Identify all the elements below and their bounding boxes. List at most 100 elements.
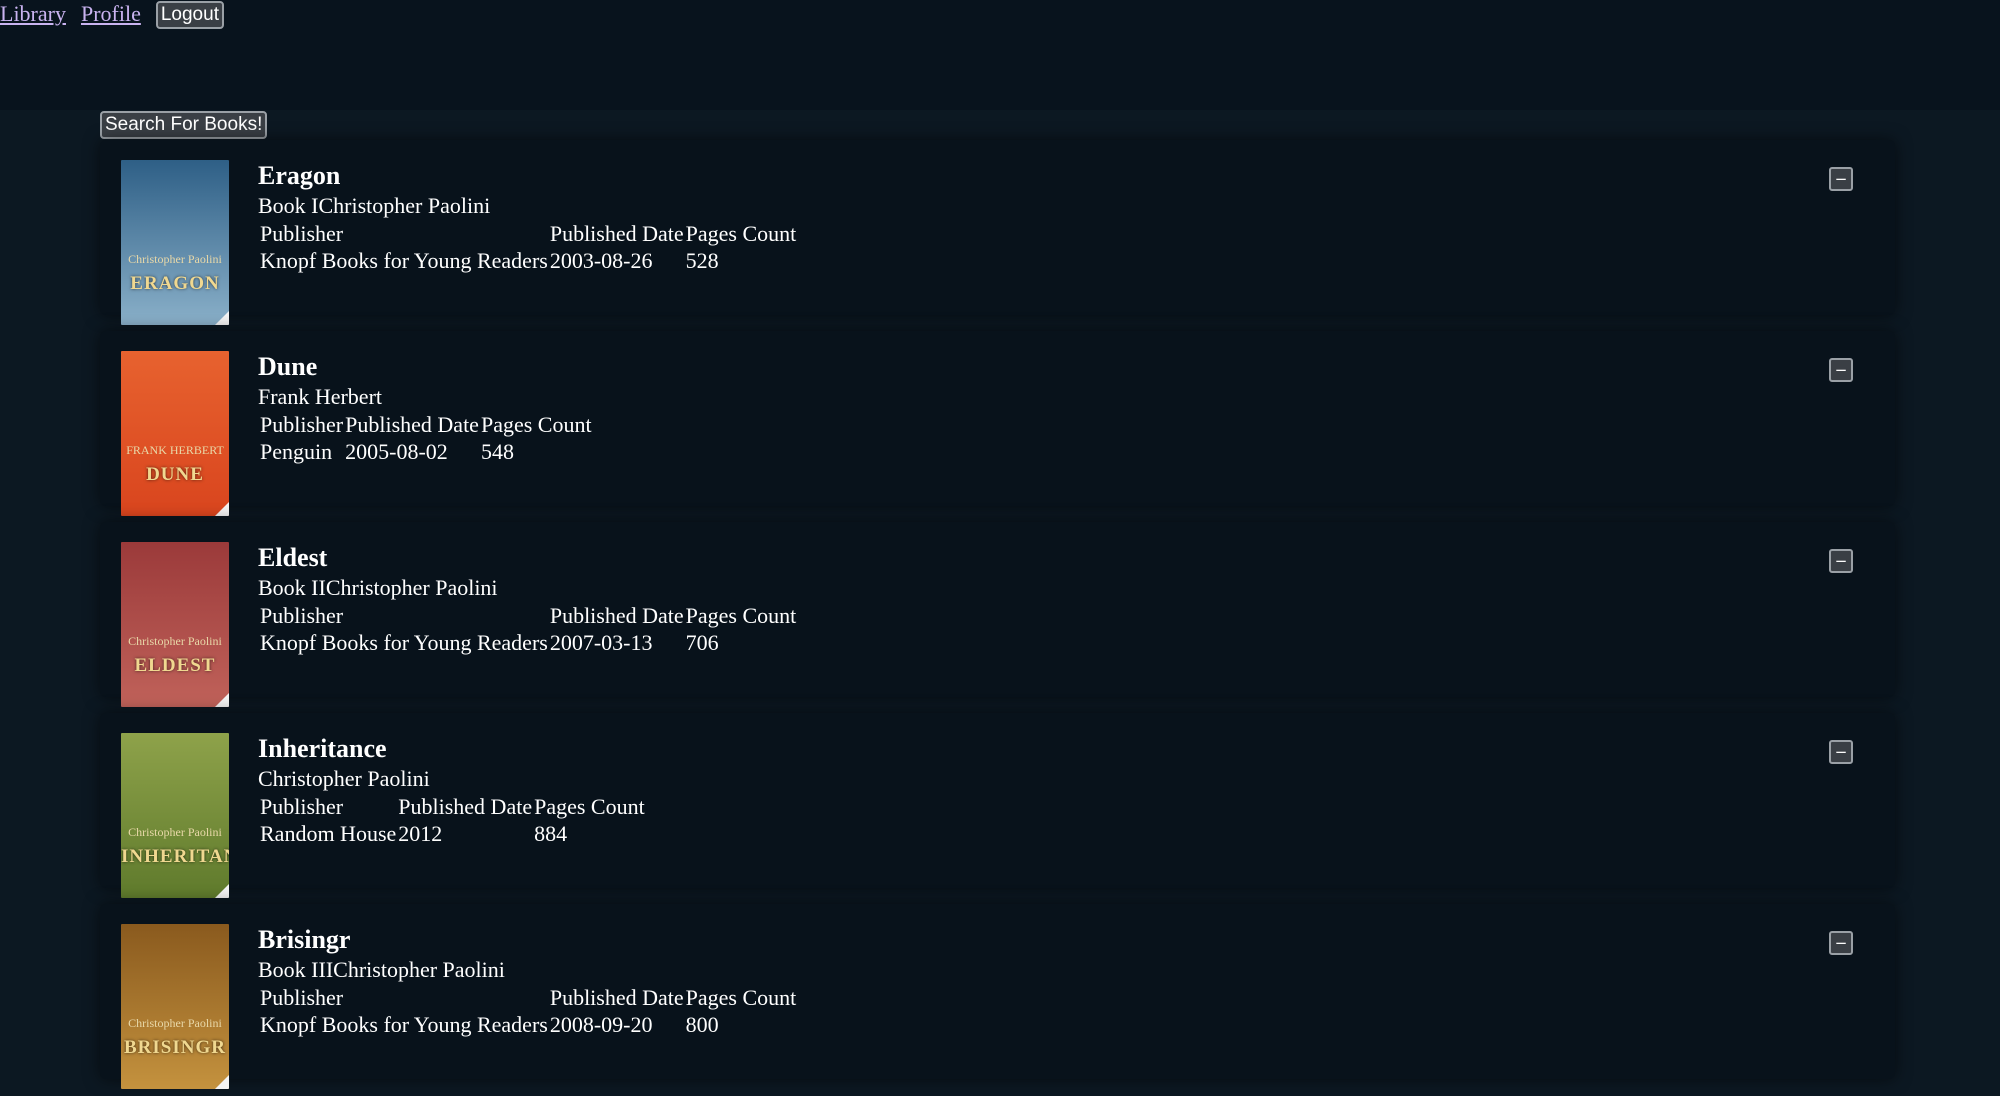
table-row: Random House 2012 884 [260, 821, 645, 846]
published-date-header: Published Date [345, 412, 479, 437]
book-info: Brisingr Book IIIChristopher Paolini Pub… [258, 924, 798, 1039]
published-date-value: 2012 [398, 821, 443, 846]
book-cover-image: Christopher Paolini ERAGON [121, 160, 229, 325]
book-card: Christopher Paolini INHERITANCE Inherita… [100, 713, 1895, 898]
pages-count-value: 528 [685, 248, 719, 273]
pages-count-header: Pages Count [685, 985, 797, 1010]
book-subtitle: Book IChristopher Paolini [258, 193, 491, 218]
published-date-header: Published Date [549, 985, 684, 1010]
book-info: Inheritance Christopher Paolini Publishe… [258, 733, 647, 848]
minus-icon: − [1834, 743, 1848, 761]
book-details-table: Publisher Published Date Pages Count Kno… [258, 219, 798, 275]
publisher-header: Publisher [260, 794, 344, 819]
book-title: Eragon [258, 161, 341, 190]
page-curl-icon [215, 693, 229, 707]
book-list: Christopher Paolini ERAGON Eragon Book I… [100, 140, 1895, 1095]
cover-title-text: DUNE [146, 464, 204, 485]
page-curl-icon [215, 1075, 229, 1089]
cover-author-text: Christopher Paolini [128, 634, 222, 648]
book-info: Eldest Book IIChristopher Paolini Publis… [258, 542, 798, 657]
pages-count-value: 706 [685, 630, 719, 655]
minus-icon: − [1834, 170, 1848, 188]
published-date-header: Published Date [398, 794, 533, 819]
logout-button[interactable]: Logout [155, 1, 224, 29]
published-date-value: 2008-09-20 [549, 1012, 653, 1037]
book-card: Christopher Paolini ELDEST Eldest Book I… [100, 522, 1895, 707]
nav-profile-link[interactable]: Profile [81, 0, 141, 28]
nav-bar: Library Profile Logout [0, 0, 224, 29]
book-card: Christopher Paolini BRISINGR Brisingr Bo… [100, 904, 1895, 1089]
published-date-value: 2007-03-13 [549, 630, 653, 655]
book-title: Inheritance [258, 734, 387, 763]
book-cover-image: Christopher Paolini INHERITANCE [121, 733, 229, 898]
remove-book-button[interactable]: − [1829, 167, 1853, 191]
cover-title-text: ERAGON [130, 273, 220, 294]
published-date-header: Published Date [549, 221, 684, 246]
page-curl-icon [215, 884, 229, 898]
pages-count-header: Pages Count [685, 221, 797, 246]
book-cover-image: Christopher Paolini ELDEST [121, 542, 229, 707]
publisher-value: Knopf Books for Young Readers [260, 630, 548, 655]
book-subtitle: Frank Herbert [258, 384, 383, 409]
published-date-value: 2005-08-02 [345, 439, 448, 464]
book-cover-image: FRANK HERBERT DUNE [121, 351, 229, 516]
cover-title-text: BRISINGR [124, 1037, 226, 1058]
publisher-header: Publisher [260, 412, 344, 437]
table-header-row: Publisher Published Date Pages Count [260, 794, 645, 819]
book-info: Dune Frank Herbert Publisher Published D… [258, 351, 594, 466]
table-row: Knopf Books for Young Readers 2003-08-26… [260, 248, 796, 273]
pages-count-value: 800 [685, 1012, 719, 1037]
cover-author-text: Christopher Paolini [128, 1016, 222, 1030]
book-title: Eldest [258, 543, 328, 572]
top-bar: Library Profile Logout [0, 0, 2000, 110]
pages-count-header: Pages Count [534, 794, 645, 819]
publisher-value: Knopf Books for Young Readers [260, 248, 548, 273]
table-header-row: Publisher Published Date Pages Count [260, 221, 796, 246]
cover-title-text: ELDEST [134, 655, 216, 676]
book-title: Dune [258, 352, 318, 381]
book-details-table: Publisher Published Date Pages Count Pen… [258, 410, 594, 466]
page-curl-icon [215, 311, 229, 325]
publisher-value: Penguin [260, 439, 333, 464]
published-date-header: Published Date [549, 603, 684, 628]
remove-book-button[interactable]: − [1829, 931, 1853, 955]
book-details-table: Publisher Published Date Pages Count Kno… [258, 601, 798, 657]
search-books-button[interactable]: Search For Books! [100, 111, 268, 139]
page-curl-icon [215, 502, 229, 516]
cover-author-text: FRANK HERBERT [126, 443, 224, 457]
pages-count-header: Pages Count [480, 412, 592, 437]
remove-book-button[interactable]: − [1829, 549, 1853, 573]
book-card: Christopher Paolini ERAGON Eragon Book I… [100, 140, 1895, 325]
table-header-row: Publisher Published Date Pages Count [260, 603, 796, 628]
book-title: Brisingr [258, 925, 351, 954]
nav-library-link[interactable]: Library [0, 0, 66, 28]
publisher-header: Publisher [260, 603, 344, 628]
book-subtitle: Christopher Paolini [258, 766, 430, 791]
book-subtitle: Book IIIChristopher Paolini [258, 957, 505, 982]
remove-book-button[interactable]: − [1829, 358, 1853, 382]
book-details-table: Publisher Published Date Pages Count Kno… [258, 983, 798, 1039]
cover-author-text: Christopher Paolini [128, 252, 222, 266]
main-content: Search For Books! Christopher Paolini ER… [0, 110, 2000, 1096]
pages-count-header: Pages Count [685, 603, 797, 628]
book-info: Eragon Book IChristopher Paolini Publish… [258, 160, 798, 275]
minus-icon: − [1834, 934, 1848, 952]
table-row: Knopf Books for Young Readers 2008-09-20… [260, 1012, 796, 1037]
table-row: Knopf Books for Young Readers 2007-03-13… [260, 630, 796, 655]
publisher-header: Publisher [260, 221, 344, 246]
minus-icon: − [1834, 361, 1848, 379]
book-cover-image: Christopher Paolini BRISINGR [121, 924, 229, 1089]
remove-book-button[interactable]: − [1829, 740, 1853, 764]
publisher-header: Publisher [260, 985, 344, 1010]
table-header-row: Publisher Published Date Pages Count [260, 985, 796, 1010]
publisher-value: Random House [260, 821, 397, 846]
publisher-value: Knopf Books for Young Readers [260, 1012, 548, 1037]
book-details-table: Publisher Published Date Pages Count Ran… [258, 792, 647, 848]
table-row: Penguin 2005-08-02 548 [260, 439, 592, 464]
published-date-value: 2003-08-26 [549, 248, 653, 273]
cover-title-text: INHERITANCE [121, 846, 229, 867]
minus-icon: − [1834, 552, 1848, 570]
book-subtitle: Book IIChristopher Paolini [258, 575, 498, 600]
cover-author-text: Christopher Paolini [128, 825, 222, 839]
book-card: FRANK HERBERT DUNE Dune Frank Herbert Pu… [100, 331, 1895, 516]
